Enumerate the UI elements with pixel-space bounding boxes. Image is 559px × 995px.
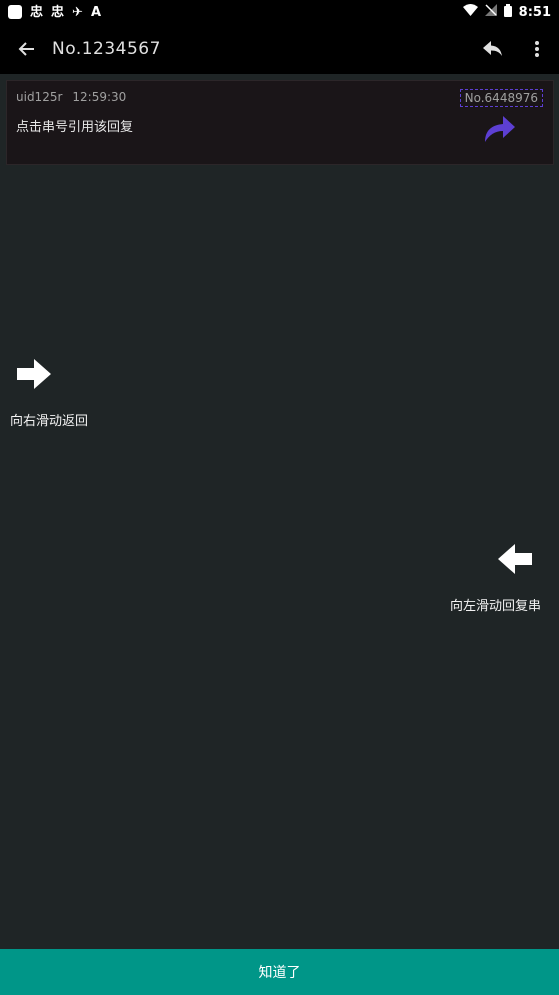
- status-bar: 忠 忠 ✈ A 8:51: [0, 0, 559, 24]
- more-vert-icon: [535, 41, 539, 57]
- battery-icon: [503, 3, 512, 21]
- app-bar: No.1234567: [0, 24, 559, 74]
- notification-icon: [8, 5, 22, 19]
- reply-meta: uid125r 12:59:30: [16, 90, 126, 104]
- wifi-icon: [462, 4, 478, 20]
- swipe-left-hint: 向左滑动回复串: [450, 599, 542, 614]
- more-options-button[interactable]: [515, 24, 559, 74]
- curved-arrow-icon: [485, 116, 515, 142]
- reply-card[interactable]: uid125r 12:59:30 No.6448976 点击串号引用该回复: [6, 80, 554, 165]
- arrow-left-icon: [498, 544, 532, 574]
- reply-icon: [483, 41, 502, 56]
- clock-text: 8:51: [518, 4, 551, 20]
- app-notification-icon: 忠: [30, 4, 44, 20]
- reply-button[interactable]: [471, 24, 515, 74]
- app-notification-icon: 忠: [51, 4, 65, 20]
- reply-time: 12:59:30: [72, 90, 127, 104]
- no-signal-icon: [484, 4, 497, 20]
- arrow-right-icon: [17, 359, 51, 389]
- serial-number-link[interactable]: No.6448976: [459, 89, 543, 107]
- arrow-left-icon: [18, 42, 34, 56]
- reply-content: 点击串号引用该回复: [16, 120, 134, 135]
- swipe-right-hint: 向右滑动返回: [10, 414, 89, 429]
- app-notification-icon: ✈: [72, 4, 83, 20]
- page-title: No.1234567: [52, 39, 161, 59]
- got-it-button[interactable]: 知道了: [0, 949, 559, 995]
- back-button[interactable]: [0, 24, 52, 74]
- user-id: uid125r: [16, 90, 63, 104]
- app-notification-icon: A: [90, 4, 101, 20]
